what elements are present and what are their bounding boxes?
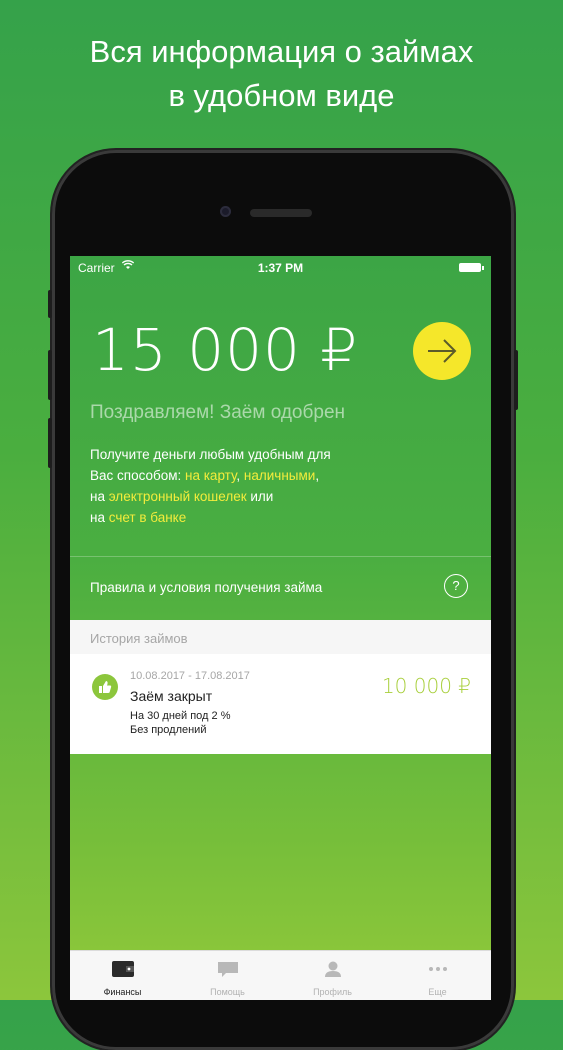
loan-extensions: Без продлений [130,724,207,736]
separator-2: , [315,468,320,483]
separator-1: , [236,468,244,483]
status-bar: Carrier 1:37 PM [70,256,491,278]
arrow-right-icon [428,339,457,363]
approved-message: Поздравляем! Заём одобрен [90,402,346,423]
person-icon [325,961,341,977]
status-time: 1:37 PM [257,261,304,275]
description-line-2-prefix: Вас способом: [90,468,186,483]
option-wallet-link[interactable]: электронный кошелек [109,489,247,504]
phone-volume-up [48,350,52,400]
thumbs-up-icon [92,674,118,700]
description-line-2: Вас способом: на карту, наличными, [90,465,470,486]
loan-terms: На 30 дней под 2 % [130,710,231,722]
camera-icon [220,206,231,217]
history-header: История займов [70,620,491,654]
phone-volume-down [48,418,52,468]
divider [70,556,491,557]
history-loan-amount: 10 000 ₽ [381,674,471,698]
option-bank-link[interactable]: счет в банке [109,510,187,525]
help-icon[interactable]: ? [444,574,468,598]
payout-description: Получите деньги любым удобным для Вас сп… [90,444,470,528]
loan-amount: 15 000 ₽ [92,316,359,384]
description-line-4: на счет в банке [90,507,470,528]
description-line-1: Получите деньги любым удобным для [90,447,331,462]
loan-status: Заём закрыт [130,688,213,704]
headline: Вся информация о займах в удобном виде [0,30,563,118]
tab-help[interactable]: Помощь [175,951,280,1000]
proceed-button[interactable] [413,322,471,380]
option-cash-link[interactable]: наличными [244,468,315,483]
tab-more-label: Еще [428,987,447,997]
description-line-3-prefix: на [90,489,109,504]
tab-profile[interactable]: Профиль [280,951,385,1000]
battery-icon [459,263,484,272]
headline-line-1: Вся информация о займах [89,34,474,69]
description-line-3: на электронный кошелек или [90,486,470,507]
description-line-4-prefix: на [90,510,109,525]
app-screen: Carrier 1:37 PM 15 000 ₽ Поздравляем! За… [70,256,491,1000]
list-item[interactable]: 10.08.2017 - 17.08.2017 Заём закрыт На 3… [70,654,491,754]
phone-mute-switch [48,290,52,318]
tab-finances[interactable]: Финансы [70,951,175,1000]
tab-more[interactable]: Еще [385,951,490,1000]
loan-dates: 10.08.2017 - 17.08.2017 [130,670,250,682]
tab-bar: Финансы Помощь Профиль Еще [70,950,491,1000]
phone-power-button [514,350,518,410]
option-card-link[interactable]: на карту [185,468,236,483]
speaker-grille [250,209,312,217]
tab-help-label: Помощь [210,987,245,997]
wallet-icon [112,961,134,977]
description-line-3-suffix: или [246,489,274,504]
tab-profile-label: Профиль [313,987,352,997]
headline-line-2: в удобном виде [168,78,395,113]
chat-icon [218,962,238,977]
tab-finances-label: Финансы [103,987,142,997]
more-icon [429,967,447,971]
history-header-label: История займов [90,631,188,646]
rules-link[interactable]: Правила и условия получения займа [90,580,322,595]
